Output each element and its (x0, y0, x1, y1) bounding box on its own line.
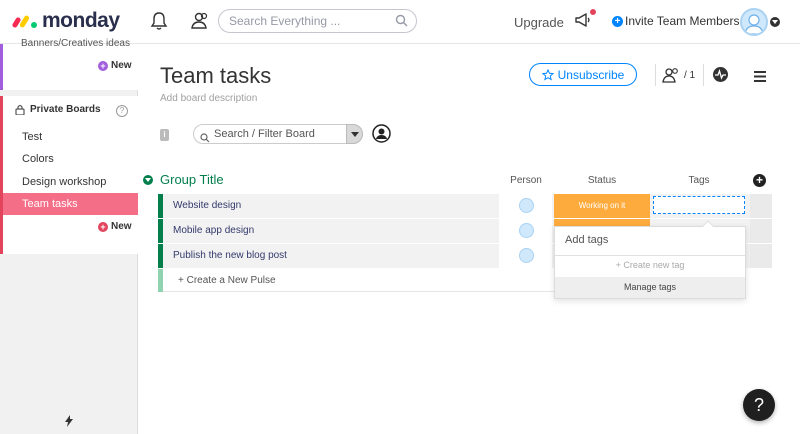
filter-input[interactable] (214, 128, 344, 140)
pulse-name[interactable]: Mobile app design (173, 225, 254, 236)
megaphone-icon[interactable] (574, 11, 592, 34)
upgrade-link[interactable]: Upgrade (514, 15, 564, 30)
help-button[interactable]: ? (743, 389, 775, 421)
sidebar-item-cut[interactable]: Banners/Creatives ideas (21, 38, 131, 49)
create-pulse-label[interactable]: + Create a New Pulse (178, 275, 276, 286)
invite-members-label: Invite Team Members (625, 14, 740, 28)
person-filter-icon[interactable] (372, 124, 391, 148)
plus-circle-icon: + (98, 221, 108, 232)
row-end-cell (750, 194, 772, 218)
invite-members-button[interactable]: + Invite Team Members (612, 14, 740, 28)
board-filter[interactable] (193, 124, 363, 144)
global-search-input[interactable] (229, 14, 389, 28)
sidebar-item-team-tasks[interactable]: Team tasks (3, 193, 138, 215)
pulse-name[interactable]: Website design (173, 200, 241, 211)
user-avatar[interactable] (740, 8, 768, 36)
new-board-button-private[interactable]: + New (98, 221, 132, 232)
person-cell[interactable] (499, 244, 552, 268)
sidebar-item-label: Colors (22, 153, 54, 165)
members-icon (662, 68, 678, 83)
column-header-status[interactable]: Status (554, 175, 650, 186)
divider (703, 64, 704, 86)
person-avatar-icon (519, 248, 534, 263)
person-avatar-icon (519, 223, 534, 238)
monday-logo[interactable]: monday (11, 9, 120, 33)
help-icon[interactable]: ? (116, 105, 128, 117)
group-title[interactable]: Group Title (160, 172, 224, 187)
group-collapse-toggle[interactable] (143, 175, 153, 185)
chevron-down-icon[interactable] (770, 17, 780, 27)
row-end-cell (750, 219, 772, 243)
board-members-button[interactable]: / 1 (662, 67, 695, 83)
sidebar-item-colors[interactable]: Colors (3, 148, 138, 170)
unsubscribe-button[interactable]: Unsubscribe (529, 63, 637, 86)
person-cell[interactable] (499, 194, 552, 218)
add-tags-input[interactable] (565, 234, 735, 246)
members-count: / 1 (684, 69, 696, 81)
hamburger-menu-icon[interactable] (754, 69, 766, 87)
column-header-tags[interactable]: Tags (652, 175, 746, 186)
star-icon (541, 68, 554, 81)
new-label: New (111, 60, 132, 71)
logo-mark-icon (11, 11, 38, 31)
sidebar-item-label: Design workshop (22, 176, 107, 188)
status-cell[interactable]: Working on it (554, 194, 650, 218)
tags-cell-editing[interactable] (653, 196, 745, 214)
person-avatar-icon (519, 198, 534, 213)
unsubscribe-label: Unsubscribe (557, 67, 625, 82)
info-icon[interactable]: i (160, 129, 169, 141)
notification-dot (590, 9, 596, 15)
column-header-person[interactable]: Person (500, 175, 552, 186)
sidebar-item-test[interactable]: Test (3, 126, 138, 148)
row-color-bar (158, 219, 163, 243)
create-tag-button[interactable]: + Create new tag (555, 260, 745, 270)
filter-dropdown-toggle[interactable] (346, 124, 363, 144)
people-icon[interactable] (190, 11, 210, 31)
board-title[interactable]: Team tasks (160, 63, 271, 89)
bell-icon[interactable] (150, 11, 168, 31)
new-board-button-top[interactable]: + New (98, 60, 132, 71)
lock-icon (15, 104, 25, 115)
sidebar-item-design-workshop[interactable]: Design workshop (3, 171, 138, 193)
sidebar-section-private: Private Boards ? Test Colors Design work… (0, 96, 138, 254)
lightning-icon[interactable] (64, 414, 74, 432)
private-boards-label: Private Boards (30, 104, 101, 115)
row-color-bar (158, 194, 163, 218)
sidebar-item-label: Test (22, 131, 43, 143)
search-icon (200, 130, 210, 148)
search-icon[interactable] (395, 14, 408, 32)
plus-circle-icon: + (612, 15, 623, 27)
new-label: New (111, 221, 132, 232)
activity-icon[interactable] (712, 66, 729, 88)
add-column-button[interactable]: + (753, 174, 766, 187)
sidebar-item-label: Team tasks (22, 198, 78, 210)
plus-circle-icon: + (98, 60, 108, 71)
global-search[interactable] (218, 9, 417, 33)
private-boards-title: Private Boards (15, 104, 101, 115)
sidebar: Banners/Creatives ideas + New Private Bo… (0, 38, 138, 434)
sidebar-section-workspace: Banners/Creatives ideas + New (0, 38, 138, 90)
row-color-bar (158, 244, 163, 268)
create-pulse-row[interactable]: + Create a New Pulse (158, 269, 556, 292)
divider (655, 64, 656, 86)
tags-popup: + Create new tag Manage tags (554, 226, 746, 299)
board-description[interactable]: Add board description (160, 93, 257, 104)
row-end-cell (750, 244, 772, 268)
logo-text: monday (42, 9, 120, 32)
pulse-name[interactable]: Publish the new blog post (173, 250, 287, 261)
row-color-bar (158, 269, 163, 292)
divider (555, 255, 745, 256)
person-cell[interactable] (499, 219, 552, 243)
manage-tags-button[interactable]: Manage tags (555, 277, 745, 298)
